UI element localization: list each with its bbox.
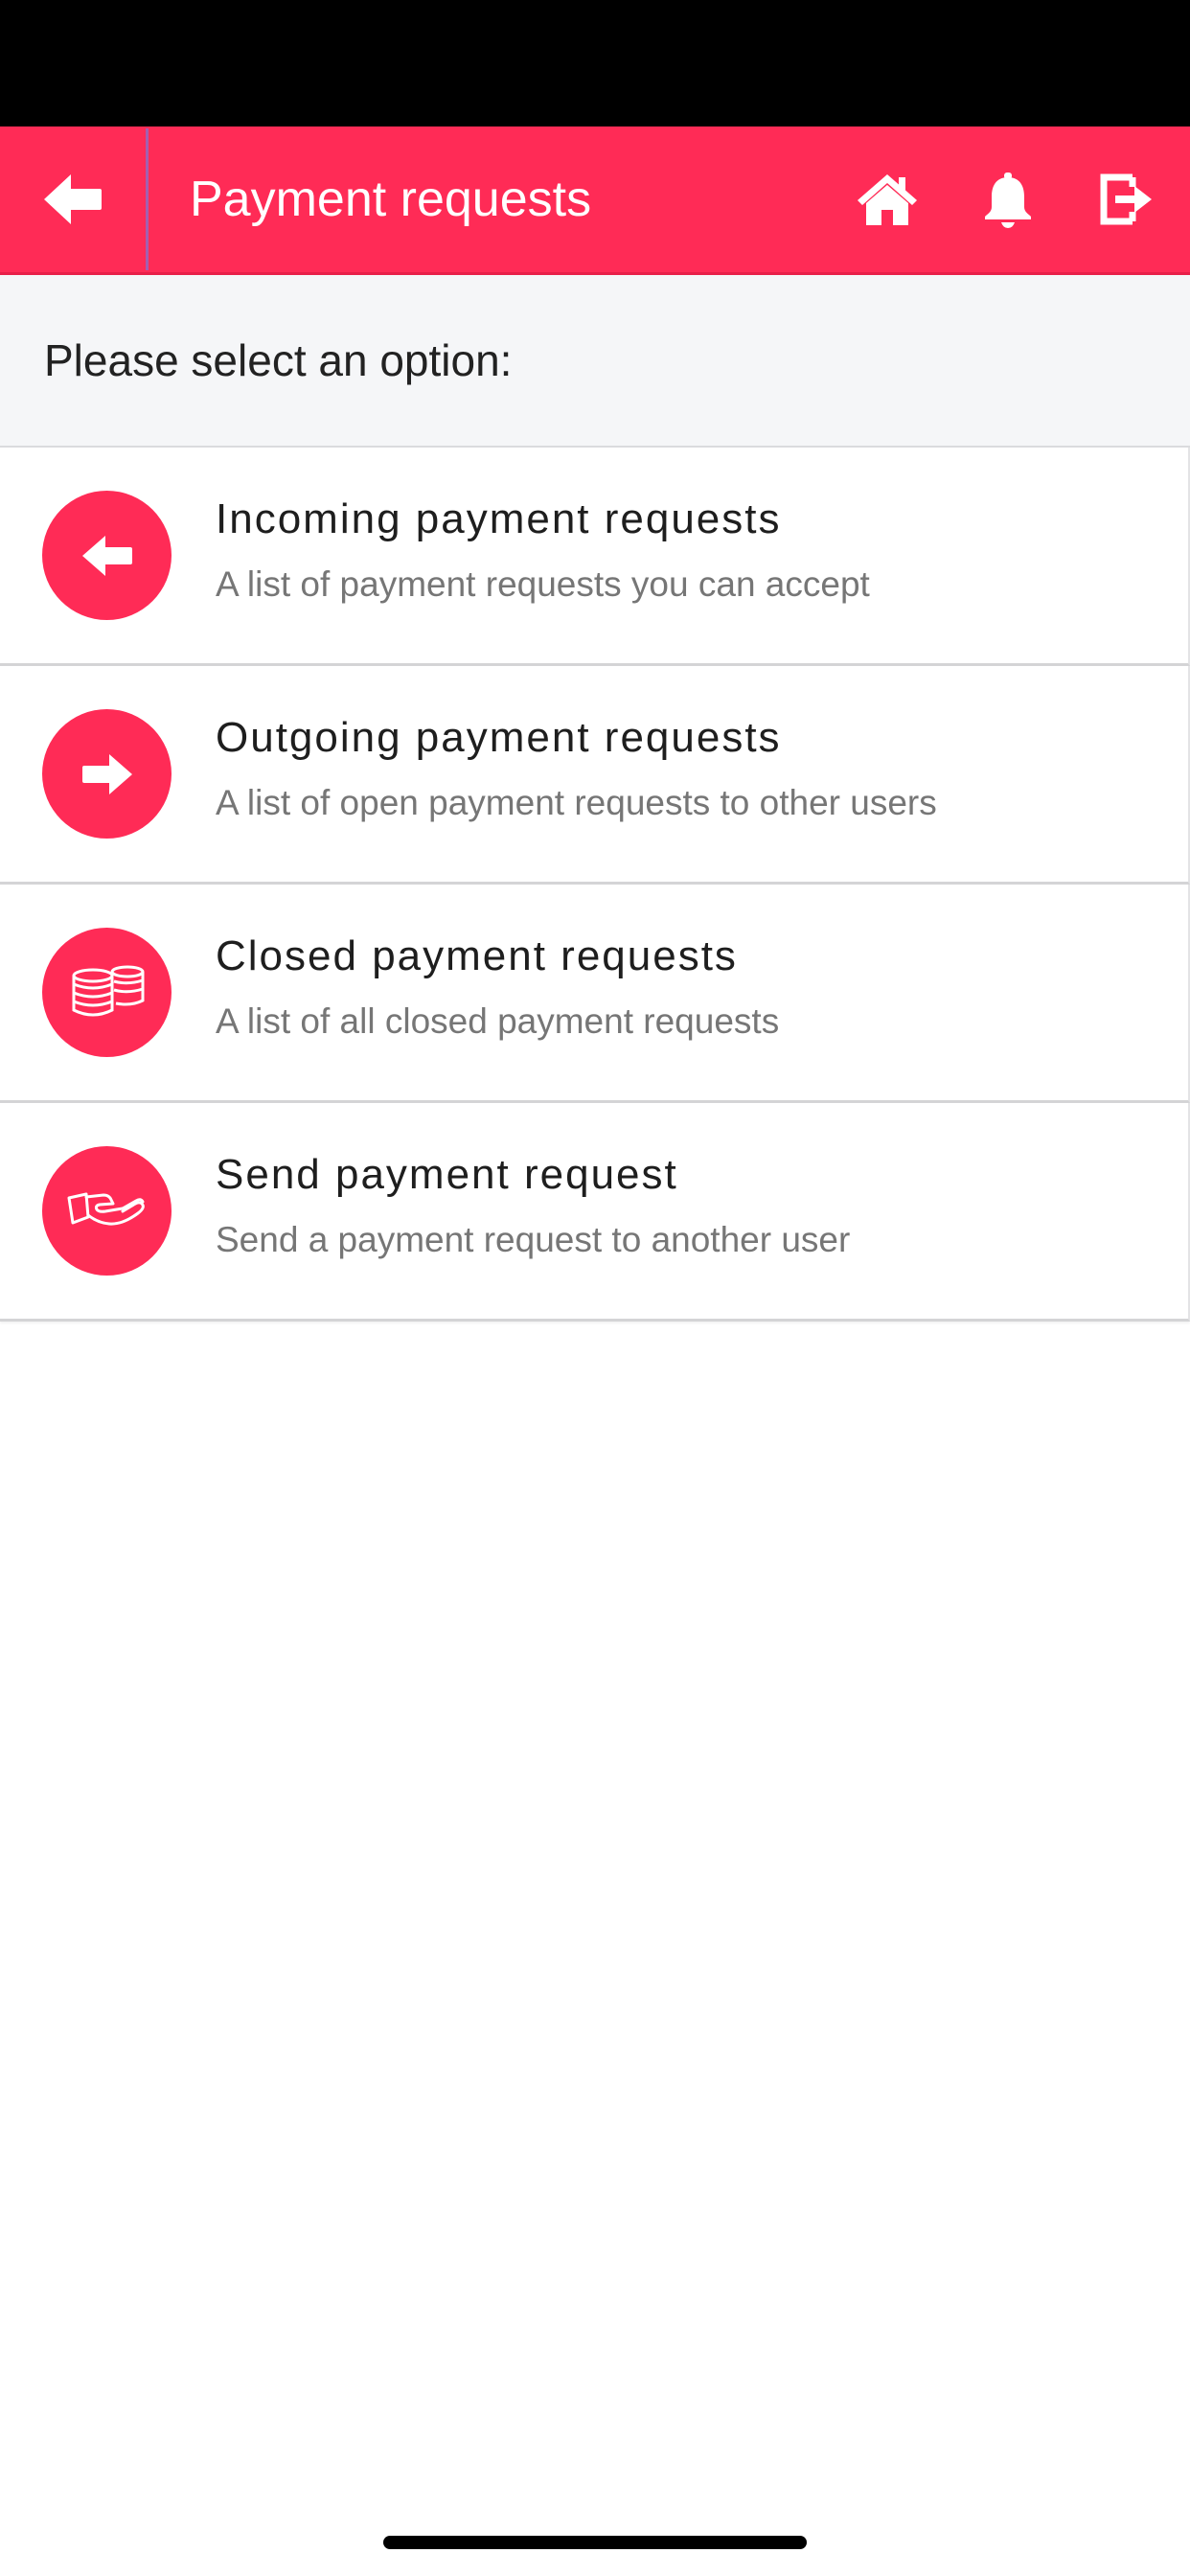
arrow-left-icon: [81, 535, 132, 576]
option-list: Incoming payment requests A list of paym…: [0, 448, 1190, 1322]
option-incoming-requests[interactable]: Incoming payment requests A list of paym…: [0, 448, 1190, 666]
option-outgoing-requests[interactable]: Outgoing payment requests A list of open…: [0, 666, 1190, 885]
coin-stack-icon: [72, 965, 144, 1016]
prompt-area: Please select an option:: [0, 275, 1190, 448]
prompt-text: Please select an option:: [44, 335, 513, 385]
option-title: Outgoing payment requests: [216, 714, 782, 761]
arrow-right-icon: [81, 753, 132, 794]
hand-icon: [67, 1192, 145, 1226]
option-subtitle: A list of open payment requests to other…: [216, 783, 937, 822]
option-icon-circle: [42, 491, 172, 620]
option-title: Closed payment requests: [216, 932, 738, 979]
option-subtitle: A list of payment requests you can accep…: [216, 564, 870, 604]
notifications-button[interactable]: [964, 126, 1052, 272]
home-indicator: [383, 2536, 807, 2549]
status-bar: [0, 0, 1190, 126]
bell-icon: [985, 172, 1031, 228]
arrow-left-icon: [44, 174, 102, 224]
app-bar: Payment requests: [0, 126, 1190, 275]
home-button[interactable]: [843, 126, 931, 272]
option-subtitle: Send a payment request to another user: [216, 1220, 851, 1259]
option-subtitle: A list of all closed payment requests: [216, 1001, 780, 1041]
option-icon-circle: [42, 1146, 172, 1276]
option-send-request[interactable]: Send payment request Send a payment requ…: [0, 1103, 1190, 1322]
option-icon-circle: [42, 709, 172, 839]
page-title: Payment requests: [190, 172, 592, 227]
logout-button[interactable]: [1083, 126, 1171, 272]
option-icon-circle: [42, 928, 172, 1057]
back-button[interactable]: [0, 126, 146, 272]
header-divider: [146, 128, 149, 270]
logout-icon: [1100, 173, 1152, 225]
option-title: Incoming payment requests: [216, 495, 782, 542]
home-icon: [858, 174, 917, 225]
option-title: Send payment request: [216, 1151, 678, 1198]
option-closed-requests[interactable]: Closed payment requests A list of all cl…: [0, 885, 1190, 1103]
